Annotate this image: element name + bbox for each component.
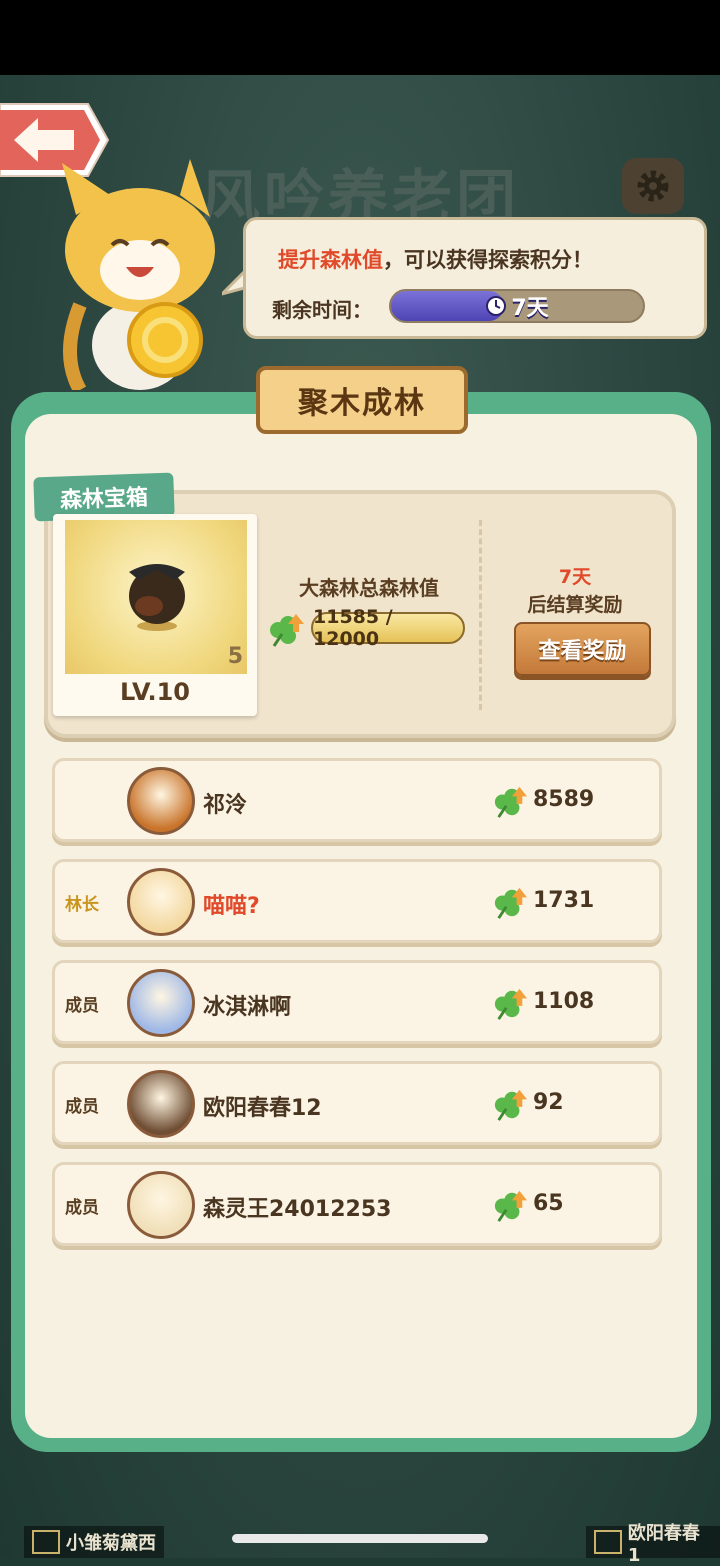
clover-up-icon bbox=[270, 614, 304, 647]
clock-icon bbox=[486, 296, 507, 316]
card-divider bbox=[479, 520, 482, 710]
bottom-left-tag: 小雏菊黛西 bbox=[24, 1526, 164, 1558]
member-avatar[interactable] bbox=[127, 868, 195, 936]
member-avatar[interactable] bbox=[127, 1070, 195, 1138]
member-row[interactable]: 成员 森灵王24012253 65 bbox=[52, 1162, 662, 1246]
panel-title: 聚木成林 bbox=[256, 366, 468, 434]
member-score: 1731 bbox=[533, 888, 595, 913]
bottom-left-label: 小雏菊黛西 bbox=[66, 1533, 156, 1554]
member-name: 欧阳春春12 bbox=[203, 1096, 322, 1121]
bottom-right-tag: 欧阳春春1 bbox=[586, 1523, 720, 1566]
settings-button[interactable] bbox=[622, 158, 684, 214]
member-row[interactable]: 林长 喵喵? 1731 bbox=[52, 859, 662, 943]
gear-icon bbox=[637, 170, 669, 202]
member-row[interactable]: 成员 冰淇淋啊 1108 bbox=[52, 960, 662, 1044]
bottom-right-label: 欧阳春春1 bbox=[627, 1522, 700, 1566]
tip-text: 提升森林值，可以获得探索积分！ bbox=[278, 244, 593, 274]
member-role: 成员 bbox=[65, 996, 99, 1016]
member-row[interactable]: 成员 欧阳春春12 92 bbox=[52, 1061, 662, 1145]
time-progress-bar: 7天 bbox=[389, 289, 645, 323]
member-avatar[interactable] bbox=[127, 1171, 195, 1239]
member-row[interactable]: 祁泠 8589 bbox=[52, 758, 662, 842]
member-score: 1108 bbox=[533, 989, 595, 1014]
time-display: 7天 bbox=[391, 291, 643, 321]
member-score: 65 bbox=[533, 1191, 564, 1216]
member-name: 祁泠 bbox=[203, 793, 248, 818]
cat-mascot bbox=[40, 155, 230, 394]
member-score: 8589 bbox=[533, 787, 595, 812]
member-avatar[interactable] bbox=[127, 767, 195, 835]
settle-text: 后结算奖励 bbox=[527, 594, 623, 616]
tip-suffix: ，可以获得探索积分！ bbox=[383, 248, 593, 272]
view-reward-button[interactable]: 查看奖励 bbox=[514, 622, 651, 676]
chest-level: LV.10 bbox=[120, 678, 190, 706]
member-score: 92 bbox=[533, 1090, 564, 1115]
clover-up-icon bbox=[494, 988, 527, 1020]
member-avatar[interactable] bbox=[127, 969, 195, 1037]
forest-value-bar: 11585 / 12000 bbox=[311, 606, 465, 650]
clover-frame-icon bbox=[594, 1530, 622, 1554]
time-remaining: 7天 bbox=[511, 296, 549, 321]
settle-days: 7天 bbox=[558, 566, 592, 588]
clover-up-icon bbox=[494, 1089, 527, 1121]
tip-highlight: 提升森林值 bbox=[278, 248, 383, 272]
tip-bubble: 提升森林值，可以获得探索积分！ 剩余时间： 7天 bbox=[243, 217, 707, 339]
member-name: 喵喵? bbox=[203, 894, 260, 919]
member-name: 森灵王24012253 bbox=[203, 1197, 392, 1222]
member-role: 林长 bbox=[65, 895, 99, 915]
chest-image-card[interactable]: 5 LV.10 bbox=[53, 514, 257, 716]
status-bar bbox=[0, 0, 720, 75]
forest-total-label: 大森林总森林值 bbox=[299, 576, 439, 600]
forest-chest-icon bbox=[129, 564, 185, 631]
member-role: 成员 bbox=[65, 1198, 99, 1218]
chest-count: 5 bbox=[227, 644, 243, 669]
home-indicator[interactable] bbox=[232, 1534, 488, 1543]
member-role: 成员 bbox=[65, 1097, 99, 1117]
clover-up-icon bbox=[494, 887, 527, 919]
clover-frame-icon bbox=[32, 1530, 60, 1554]
clover-up-icon bbox=[494, 786, 527, 818]
clover-up-icon bbox=[494, 1190, 527, 1222]
member-name: 冰淇淋啊 bbox=[203, 995, 292, 1020]
time-label: 剩余时间： bbox=[272, 298, 372, 322]
